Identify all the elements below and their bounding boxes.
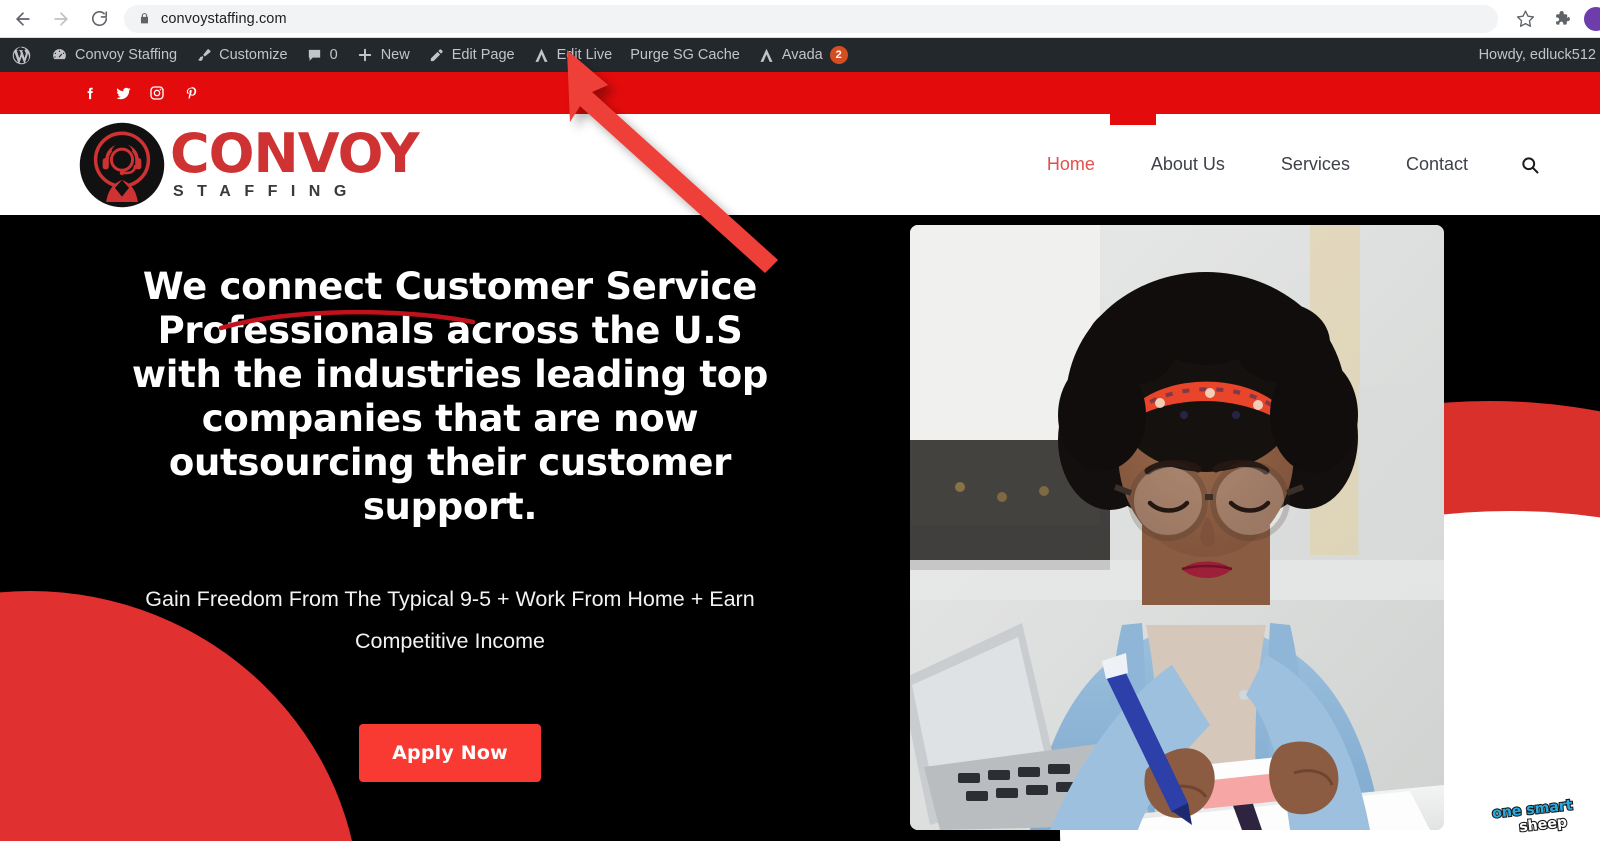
adminbar-item-edit-live[interactable]: Edit Live <box>524 38 622 72</box>
search-icon[interactable] <box>1496 155 1554 175</box>
adminbar-label: Avada <box>781 47 823 63</box>
wordpress-admin-bar: Convoy Staffing Customize 0 New Edit Pag… <box>0 38 1600 72</box>
lock-icon <box>138 11 151 26</box>
site-header: CONVOY STAFFING Home About Us Services C… <box>0 114 1600 215</box>
adminbar-item-new[interactable]: New <box>347 38 419 72</box>
address-bar[interactable]: convoystaffing.com <box>124 4 1498 33</box>
hero-content: We connect Customer Service Professional… <box>0 215 900 841</box>
hero-photo <box>910 225 1444 830</box>
site-logo[interactable]: CONVOY STAFFING <box>78 121 420 209</box>
logo-secondary-text: STAFFING <box>173 182 360 200</box>
browser-toolbar: convoystaffing.com <box>0 0 1600 38</box>
paintbrush-icon <box>195 47 212 64</box>
hero-section: We connect Customer Service Professional… <box>0 215 1600 841</box>
adminbar-label: Customize <box>219 47 288 63</box>
dashboard-gauge-icon <box>51 47 68 64</box>
adminbar-label: Edit Live <box>556 47 613 63</box>
adminbar-label: 0 <box>329 47 338 63</box>
avada-triangle-icon <box>533 47 550 64</box>
pinterest-icon[interactable] <box>174 76 208 110</box>
headset-agent-circle-icon <box>79 122 165 207</box>
logo-primary-text: CONVOY <box>170 122 420 186</box>
back-arrow-icon[interactable] <box>8 4 38 34</box>
instagram-icon[interactable] <box>140 76 174 110</box>
star-icon[interactable] <box>1510 4 1540 34</box>
woman-with-glasses-writing-at-laptop-photo <box>910 225 1444 830</box>
profile-avatar[interactable] <box>1582 4 1600 33</box>
adminbar-label: New <box>380 47 410 63</box>
forward-arrow-icon[interactable] <box>46 4 76 34</box>
facebook-icon[interactable] <box>72 76 106 110</box>
avada-update-badge: 2 <box>829 46 848 64</box>
hero-subheadline: Gain Freedom From The Typical 9-5 + Work… <box>145 587 755 653</box>
avada-triangle-icon <box>758 47 775 64</box>
pencil-icon <box>428 47 445 64</box>
adminbar-item-customize[interactable]: Customize <box>186 38 297 72</box>
adminbar-item-edit-page[interactable]: Edit Page <box>419 38 524 72</box>
twitter-icon[interactable] <box>106 76 140 110</box>
website-viewport: CONVOY STAFFING Home About Us Services C… <box>0 72 1600 841</box>
reload-icon[interactable] <box>84 4 114 34</box>
apply-now-button[interactable]: Apply Now <box>359 724 541 782</box>
plus-icon <box>356 46 374 64</box>
adminbar-item-convoy-staffing[interactable]: Convoy Staffing <box>42 38 186 72</box>
url-text: convoystaffing.com <box>161 10 287 27</box>
adminbar-label: Purge SG Cache <box>630 47 740 63</box>
wordpress-logo-icon[interactable] <box>0 38 42 72</box>
adminbar-label: Edit Page <box>451 47 515 63</box>
puzzle-piece-icon[interactable] <box>1546 4 1576 34</box>
adminbar-label: Convoy Staffing <box>75 47 178 63</box>
hero-headline: We connect Customer Service Professional… <box>131 265 769 528</box>
adminbar-item-avada[interactable]: Avada 2 <box>749 38 857 72</box>
adminbar-item-purge-sg-cache[interactable]: Purge SG Cache <box>621 38 749 72</box>
nav-item-contact[interactable]: Contact <box>1378 154 1496 175</box>
nav-item-about-us[interactable]: About Us <box>1123 154 1253 175</box>
adminbar-account-menu[interactable]: Howdy, edluck512 <box>1479 47 1600 63</box>
adminbar-item-comments[interactable]: 0 <box>297 38 347 72</box>
nav-item-services[interactable]: Services <box>1253 154 1378 175</box>
howdy-greeting: Howdy, edluck512 <box>1478 47 1596 63</box>
nav-item-home[interactable]: Home <box>1019 154 1123 175</box>
main-navigation: Home About Us Services Contact <box>1019 154 1600 175</box>
active-nav-indicator <box>1110 114 1156 125</box>
comment-bubble-icon <box>306 47 323 64</box>
social-top-bar <box>0 72 1600 114</box>
